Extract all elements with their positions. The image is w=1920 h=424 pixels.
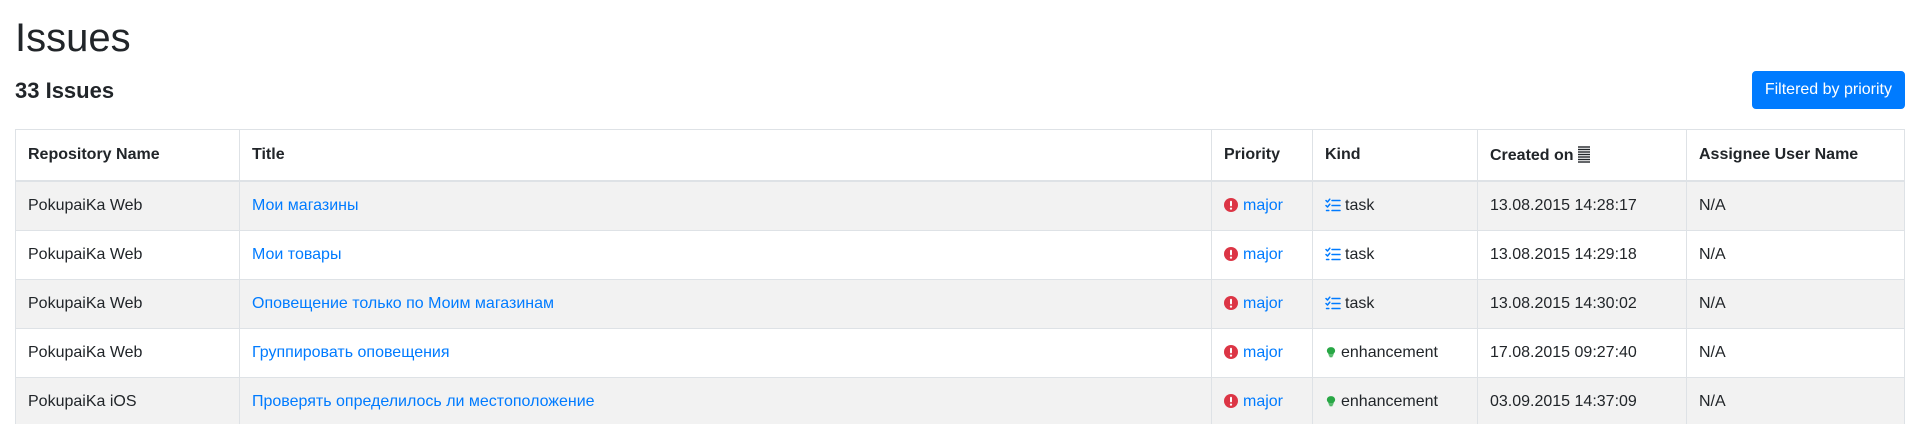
header-created-on[interactable]: Created on: [1477, 129, 1687, 182]
exclamation-circle-icon: [1224, 394, 1238, 408]
exclamation-circle-icon: [1224, 247, 1238, 261]
cell-assignee: N/A: [1686, 328, 1905, 378]
cell-priority: major: [1211, 230, 1313, 280]
cell-priority: major: [1211, 377, 1313, 424]
created-on: 03.09.2015 14:37:09: [1490, 393, 1637, 410]
header-label: Repository Name: [28, 146, 160, 163]
cell-repository-name: PokupaiKa Web: [15, 328, 240, 378]
issue-count: 33 Issues: [15, 78, 115, 103]
created-on: 13.08.2015 14:28:17: [1490, 197, 1637, 214]
priority-link[interactable]: major: [1243, 197, 1283, 214]
table-row: PokupaiKa Web Мои товары major task 13.0…: [15, 230, 1905, 280]
cell-title: Проверять определилось ли местоположение: [239, 377, 1212, 424]
page-title: Issues: [15, 16, 131, 60]
cell-kind: task: [1312, 180, 1478, 231]
issue-title-link[interactable]: Мои товары: [252, 246, 341, 263]
header-kind: Kind: [1312, 129, 1478, 182]
cell-created-on: 03.09.2015 14:37:09: [1477, 377, 1687, 424]
filter-by-priority-button[interactable]: Filtered by priority: [1751, 71, 1905, 109]
cell-kind: task: [1312, 279, 1478, 329]
cell-kind: task: [1312, 230, 1478, 280]
header-assignee-user-name: Assignee User Name: [1686, 129, 1905, 182]
cell-title: Мои товары: [239, 230, 1212, 280]
cell-assignee: N/A: [1686, 230, 1905, 280]
priority-link[interactable]: major: [1243, 246, 1283, 263]
cell-kind: enhancement: [1312, 377, 1478, 424]
created-on: 17.08.2015 09:27:40: [1490, 344, 1637, 361]
assignee-user-name: N/A: [1699, 246, 1726, 263]
table-header-row: Repository Name Title Priority Kind Crea…: [15, 129, 1905, 182]
table-row: PokupaiKa iOS Проверять определилось ли …: [15, 377, 1905, 424]
cell-created-on: 17.08.2015 09:27:40: [1477, 328, 1687, 378]
exclamation-circle-icon: [1224, 198, 1238, 212]
cell-title: Оповещение только по Моим магазинам: [239, 279, 1212, 329]
cell-created-on: 13.08.2015 14:28:17: [1477, 180, 1687, 231]
repository-name: PokupaiKa Web: [28, 197, 143, 214]
task-list-icon: [1325, 198, 1341, 212]
cell-assignee: N/A: [1686, 377, 1905, 424]
cell-repository-name: PokupaiKa iOS: [15, 377, 240, 424]
lightbulb-icon: [1326, 347, 1336, 358]
assignee-user-name: N/A: [1699, 295, 1726, 312]
created-on: 13.08.2015 14:29:18: [1490, 246, 1637, 263]
sort-lines-icon[interactable]: [1577, 145, 1591, 163]
table-row: PokupaiKa Web Оповещение только по Моим …: [15, 279, 1905, 329]
repository-name: PokupaiKa iOS: [28, 393, 137, 410]
header-title: Title: [239, 129, 1212, 182]
header-label: Title: [252, 146, 285, 163]
header-label: Kind: [1325, 146, 1361, 163]
cell-repository-name: PokupaiKa Web: [15, 230, 240, 280]
assignee-user-name: N/A: [1699, 393, 1726, 410]
cell-priority: major: [1211, 279, 1313, 329]
task-list-icon: [1325, 296, 1341, 310]
created-on: 13.08.2015 14:30:02: [1490, 295, 1637, 312]
assignee-user-name: N/A: [1699, 344, 1726, 361]
repository-name: PokupaiKa Web: [28, 246, 143, 263]
kind-label: task: [1345, 295, 1375, 312]
issue-title-link[interactable]: Проверять определилось ли местоположение: [252, 393, 595, 410]
priority-link[interactable]: major: [1243, 393, 1283, 410]
cell-repository-name: PokupaiKa Web: [15, 279, 240, 329]
priority-link[interactable]: major: [1243, 344, 1283, 361]
cell-title: Группировать оповещения: [239, 328, 1212, 378]
lightbulb-icon: [1326, 396, 1336, 407]
exclamation-circle-icon: [1224, 296, 1238, 310]
issue-title-link[interactable]: Мои магазины: [252, 197, 359, 214]
cell-created-on: 13.08.2015 14:30:02: [1477, 279, 1687, 329]
cell-priority: major: [1211, 180, 1313, 231]
header-label: Assignee User Name: [1699, 146, 1859, 163]
cell-kind: enhancement: [1312, 328, 1478, 378]
cell-priority: major: [1211, 328, 1313, 378]
task-list-icon: [1325, 247, 1341, 261]
exclamation-circle-icon: [1224, 345, 1238, 359]
cell-created-on: 13.08.2015 14:29:18: [1477, 230, 1687, 280]
header-label: Priority: [1224, 146, 1281, 163]
kind-label: enhancement: [1341, 393, 1438, 410]
kind-label: task: [1345, 246, 1375, 263]
cell-assignee: N/A: [1686, 180, 1905, 231]
issues-table: Repository Name Title Priority Kind Crea…: [15, 129, 1905, 424]
table-row: PokupaiKa Web Группировать оповещения ma…: [15, 328, 1905, 378]
issues-page: Issues 33 Issues Filtered by priority Re…: [0, 0, 1920, 424]
repository-name: PokupaiKa Web: [28, 344, 143, 361]
kind-label: enhancement: [1341, 344, 1438, 361]
issue-title-link[interactable]: Группировать оповещения: [252, 344, 450, 361]
issue-title-link[interactable]: Оповещение только по Моим магазинам: [252, 295, 554, 312]
cell-title: Мои магазины: [239, 180, 1212, 231]
kind-label: task: [1345, 197, 1375, 214]
issues-table-container: Repository Name Title Priority Kind Crea…: [15, 129, 1905, 424]
cell-repository-name: PokupaiKa Web: [15, 180, 240, 231]
table-row: PokupaiKa Web Мои магазины major task 13…: [15, 180, 1905, 231]
repository-name: PokupaiKa Web: [28, 295, 143, 312]
assignee-user-name: N/A: [1699, 197, 1726, 214]
header-label: Created on: [1490, 147, 1574, 164]
header-repository-name: Repository Name: [15, 129, 240, 182]
cell-assignee: N/A: [1686, 279, 1905, 329]
priority-link[interactable]: major: [1243, 295, 1283, 312]
header-priority: Priority: [1211, 129, 1313, 182]
